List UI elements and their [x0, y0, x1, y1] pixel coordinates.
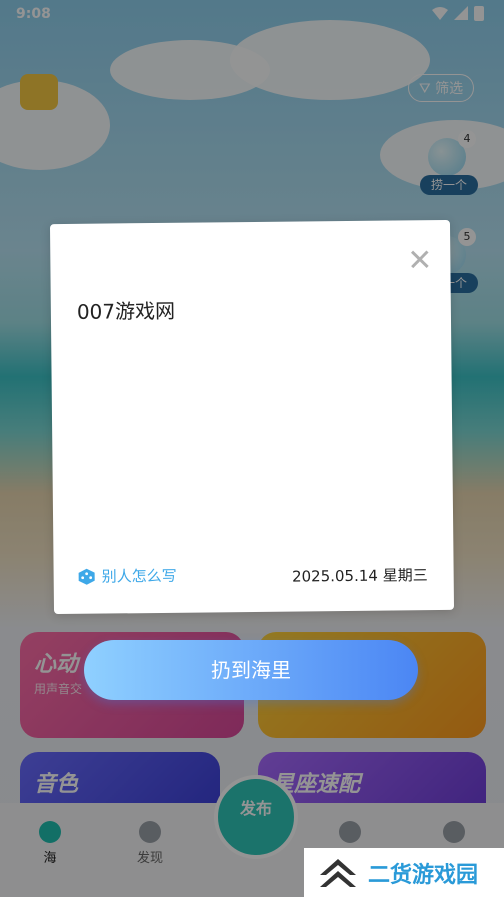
bottle-date: 2025.05.14 星期三 — [291, 566, 428, 586]
bottle-content: 007游戏网 — [76, 298, 176, 324]
watermark: 二货游戏园 — [304, 848, 504, 897]
see-others-label: 别人怎么写 — [101, 566, 177, 586]
close-icon[interactable]: ✕ — [407, 243, 433, 278]
watermark-text: 二货游戏园 — [368, 862, 479, 888]
see-others-link[interactable]: 别人怎么写 — [78, 565, 177, 587]
logo-icon — [320, 858, 356, 887]
dice-icon — [78, 568, 95, 585]
throw-to-sea-button[interactable]: 扔到海里 — [84, 640, 418, 700]
bottle-dialog: ✕ 007游戏网 别人怎么写 2025.05.14 星期三 — [49, 219, 455, 615]
